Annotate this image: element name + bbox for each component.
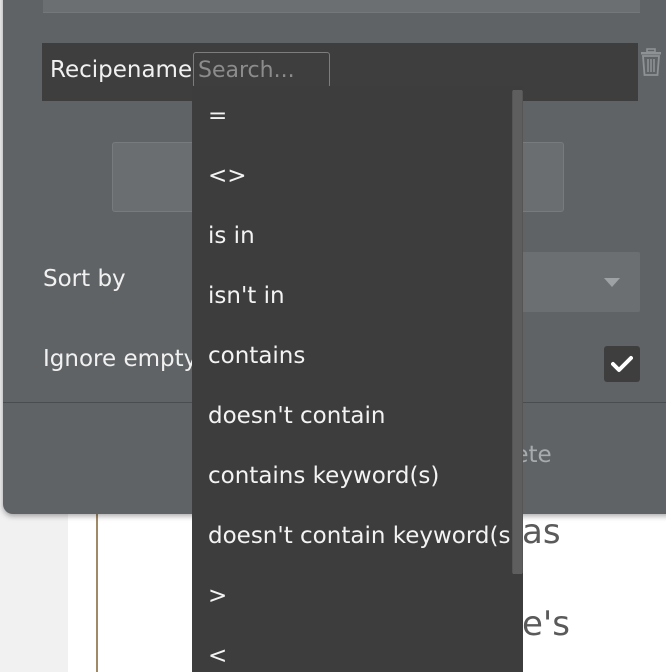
ignore-empty-label: Ignore empty [43,346,198,372]
filter-field-label: Recipename [50,57,193,83]
page-border-line [96,500,98,672]
chevron-down-icon [604,278,620,287]
operator-option-is-in[interactable]: is in [192,206,510,266]
operator-option-not-equal[interactable]: <> [192,146,510,206]
check-icon [611,356,633,372]
operator-option-less-than[interactable]: < [192,626,510,672]
operator-option-greater-than[interactable]: > [192,566,510,626]
trash-icon[interactable] [640,48,662,76]
operator-options-list: = <> is in isn't in contains doesn't con… [192,86,519,672]
dropdown-scrollbar[interactable] [512,90,523,574]
dropdown-scrollbar-thumb[interactable] [513,90,522,574]
sort-by-label: Sort by [43,266,126,292]
background-text-1: as [522,512,561,552]
background-text-2: e's [522,604,570,644]
operator-search-input[interactable] [193,52,330,88]
ignore-empty-checkbox[interactable] [604,346,640,382]
operator-option-contains-keywords[interactable]: contains keyword(s) [192,446,510,506]
operator-option-isnt-in[interactable]: isn't in [192,266,510,326]
operator-option-equals[interactable]: = [192,86,510,146]
top-field[interactable] [43,0,640,13]
operator-option-doesnt-contain-keywords[interactable]: doesn't contain keyword(s) [192,506,519,566]
operator-dropdown: = <> is in isn't in contains doesn't con… [192,86,523,672]
operator-option-doesnt-contain[interactable]: doesn't contain [192,386,510,446]
operator-option-contains[interactable]: contains [192,326,510,386]
sort-by-select[interactable] [503,252,640,312]
